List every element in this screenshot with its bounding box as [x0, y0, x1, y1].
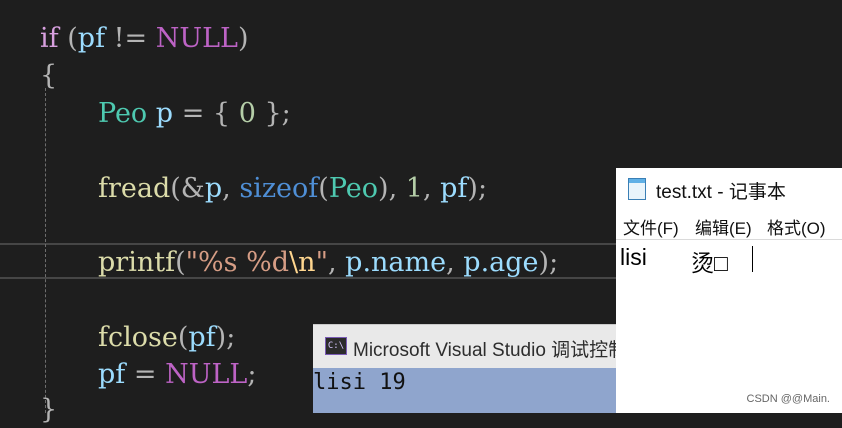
debug-console-window[interactable]: C:\ Microsoft Visual Studio 调试控制台 lisi 1… [313, 324, 618, 413]
macro-null: NULL [155, 23, 238, 54]
function-fclose: fclose [98, 322, 178, 353]
watermark: CSDN @@Main. [746, 393, 830, 405]
brace-guide [45, 88, 46, 413]
code-line-3[interactable]: Peo p = { 0 }; [98, 96, 291, 132]
code-line-5[interactable]: printf("%s %d\n", p.name, p.age); [98, 245, 558, 281]
keyword-if: if [40, 23, 59, 54]
code-line-6[interactable]: fclose(pf); [98, 320, 235, 356]
notepad-title: test.txt - 记事本 [656, 182, 786, 203]
menu-format[interactable]: 格式(O) [767, 214, 826, 239]
console-title: Microsoft Visual Studio 调试控制台 [353, 340, 618, 361]
notepad-icon [628, 178, 646, 200]
menu-edit[interactable]: 编辑(E) [695, 214, 752, 239]
console-title-bar[interactable]: C:\ Microsoft Visual Studio 调试控制台 [313, 324, 618, 368]
format-string: "%s %d [185, 247, 290, 278]
menu-file[interactable]: 文件(F) [623, 214, 679, 239]
code-line-4[interactable]: fread(&p, sizeof(Peo), 1, pf); [98, 171, 487, 207]
function-fread: fread [98, 173, 171, 204]
notepad-title-bar[interactable]: test.txt - 记事本 [616, 168, 842, 210]
keyword-sizeof: sizeof [239, 173, 319, 204]
console-output-area[interactable]: lisi 19 [313, 368, 618, 413]
code-line-8[interactable]: } [40, 392, 57, 428]
code-line-1[interactable]: if (pf != NULL) [40, 21, 249, 57]
text-caret [752, 246, 753, 272]
console-app-icon: C:\ [325, 337, 347, 355]
notepad-window[interactable]: test.txt - 记事本 文件(F) 编辑(E) 格式(O) lisi 烫□… [616, 168, 842, 413]
function-printf: printf [98, 247, 176, 278]
code-line-7[interactable]: pf = NULL; [98, 357, 256, 393]
notepad-text-name[interactable]: lisi [620, 244, 647, 271]
notepad-menu-bar: 文件(F) 编辑(E) 格式(O) [616, 210, 842, 240]
notepad-text-garbled[interactable]: 烫□ [691, 244, 728, 278]
type-peo: Peo [98, 98, 148, 129]
console-output-text: lisi 19 [313, 370, 406, 395]
code-line-2[interactable]: { [40, 58, 57, 94]
